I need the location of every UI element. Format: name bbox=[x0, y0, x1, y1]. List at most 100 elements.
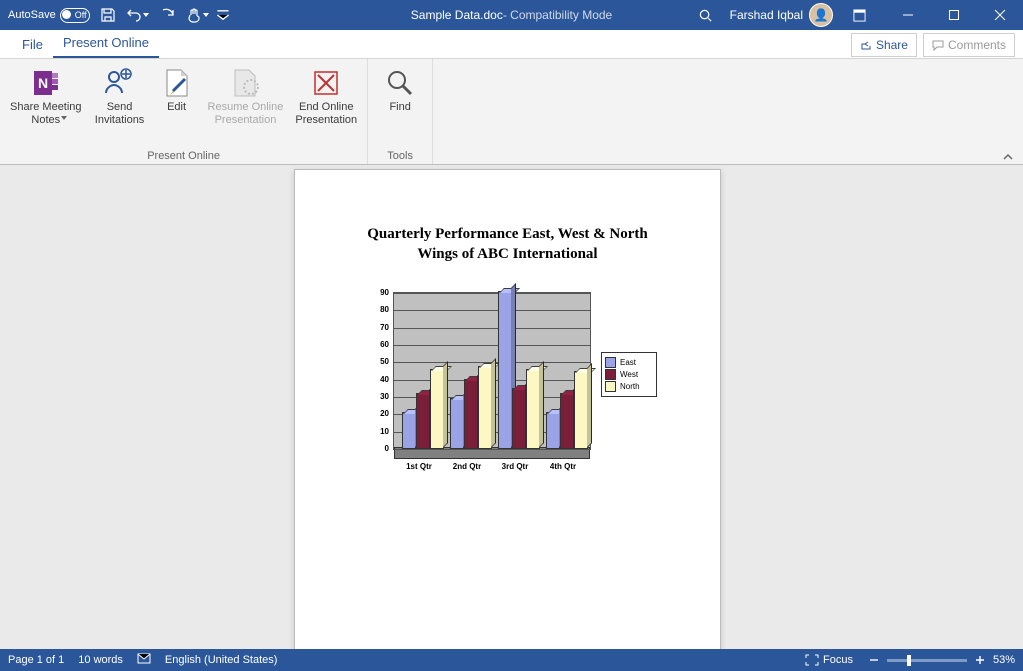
find-button[interactable]: Find bbox=[372, 63, 428, 148]
redo-button[interactable] bbox=[156, 3, 180, 27]
chart-ytick: 20 bbox=[369, 409, 389, 418]
send-inv-label: Send Invitations bbox=[95, 101, 145, 127]
find-icon bbox=[384, 67, 416, 99]
chart-bar bbox=[416, 393, 430, 449]
save-button[interactable] bbox=[96, 3, 120, 27]
zoom-slider[interactable] bbox=[887, 659, 967, 662]
comments-button[interactable]: Comments bbox=[923, 33, 1015, 57]
close-icon bbox=[994, 9, 1006, 21]
end-presentation-button[interactable]: End Online Presentation bbox=[289, 63, 363, 148]
user-name: Farshad Iqbal bbox=[730, 8, 803, 22]
find-label: Find bbox=[389, 101, 410, 114]
autosave-toggle[interactable]: AutoSave Off bbox=[8, 8, 90, 23]
redo-icon bbox=[160, 7, 176, 23]
chart-xlabel: 3rd Qtr bbox=[493, 462, 537, 471]
legend-label: North bbox=[620, 382, 640, 391]
share-label: Share bbox=[876, 38, 908, 52]
zoom-in-button[interactable] bbox=[973, 653, 987, 667]
share-icon bbox=[860, 39, 872, 51]
zoom-controls: 53% bbox=[867, 653, 1015, 667]
chart-ytick: 60 bbox=[369, 340, 389, 349]
edit-icon bbox=[161, 67, 193, 99]
chart-bar bbox=[402, 412, 416, 449]
hand-icon bbox=[186, 7, 202, 23]
focus-mode-button[interactable]: Focus bbox=[805, 654, 853, 666]
onenote-icon: N bbox=[30, 67, 62, 99]
chart-ytick: 80 bbox=[369, 305, 389, 314]
chevron-down-icon bbox=[61, 116, 67, 120]
zoom-level[interactable]: 53% bbox=[993, 654, 1015, 666]
undo-icon bbox=[126, 7, 142, 23]
title-bar: AutoSave Off Sample Data.doc - Compatibi… bbox=[0, 0, 1023, 30]
tab-file[interactable]: File bbox=[12, 31, 53, 58]
comment-icon bbox=[932, 39, 944, 51]
chart-xlabel: 4th Qtr bbox=[541, 462, 585, 471]
chart-ytick: 10 bbox=[369, 427, 389, 436]
touch-mode-button[interactable] bbox=[186, 3, 210, 27]
status-bar: Page 1 of 1 10 words English (United Sta… bbox=[0, 649, 1023, 671]
group-label-present: Present Online bbox=[147, 148, 220, 165]
chart: EastWestNorth 01020304050607080901st Qtr… bbox=[369, 292, 663, 476]
maximize-icon bbox=[948, 9, 960, 21]
overflow-icon bbox=[216, 7, 230, 23]
notes-icon bbox=[137, 653, 151, 665]
legend-item: North bbox=[605, 381, 653, 392]
minimize-icon bbox=[902, 9, 914, 21]
tab-present-online[interactable]: Present Online bbox=[53, 29, 159, 58]
legend-label: West bbox=[620, 370, 638, 379]
share-meeting-notes-button[interactable]: N Share Meeting Notes bbox=[4, 63, 88, 148]
chart-plot-area bbox=[393, 292, 591, 450]
document-workspace[interactable]: Quarterly Performance East, West & North… bbox=[0, 164, 1023, 649]
account-button[interactable]: Farshad Iqbal 👤 bbox=[730, 3, 833, 27]
focus-label: Focus bbox=[823, 654, 853, 666]
chart-bar bbox=[574, 371, 588, 449]
maximize-button[interactable] bbox=[931, 0, 977, 30]
edit-button[interactable]: Edit bbox=[152, 63, 202, 148]
send-invitations-button[interactable]: Send Invitations bbox=[88, 63, 152, 148]
resume-label: Resume Online Presentation bbox=[208, 101, 284, 127]
language-status[interactable]: English (United States) bbox=[165, 654, 278, 666]
chart-bar bbox=[450, 398, 464, 449]
chart-bar bbox=[430, 369, 444, 449]
word-count[interactable]: 10 words bbox=[78, 654, 123, 666]
chart-bar bbox=[526, 369, 540, 449]
end-label: End Online Presentation bbox=[295, 101, 357, 127]
ribbon-display-options-button[interactable] bbox=[845, 0, 873, 30]
page-status[interactable]: Page 1 of 1 bbox=[8, 654, 64, 666]
legend-swatch bbox=[605, 357, 616, 368]
legend-item: East bbox=[605, 357, 653, 368]
minus-icon bbox=[869, 655, 879, 665]
notes-button[interactable] bbox=[137, 653, 151, 668]
share-notes-label: Share Meeting Notes bbox=[10, 101, 82, 127]
collapse-ribbon-button[interactable] bbox=[999, 150, 1017, 164]
zoom-out-button[interactable] bbox=[867, 653, 881, 667]
group-label-tools: Tools bbox=[387, 148, 413, 165]
chart-ytick: 40 bbox=[369, 375, 389, 384]
plus-icon bbox=[975, 655, 985, 665]
close-button[interactable] bbox=[977, 0, 1023, 30]
chart-ytick: 30 bbox=[369, 392, 389, 401]
toggle-off-icon: Off bbox=[60, 8, 90, 23]
chart-ytick: 70 bbox=[369, 323, 389, 332]
comments-label: Comments bbox=[948, 38, 1006, 52]
svg-text:N: N bbox=[38, 75, 48, 91]
chart-bar bbox=[546, 412, 560, 449]
chart-bar bbox=[512, 388, 526, 449]
legend-swatch bbox=[605, 369, 616, 380]
legend-item: West bbox=[605, 369, 653, 380]
ribbon-tabs: File Present Online Share Comments bbox=[0, 30, 1023, 59]
legend-label: East bbox=[620, 358, 636, 367]
chart-bar bbox=[560, 393, 574, 449]
save-icon bbox=[100, 7, 116, 23]
minimize-button[interactable] bbox=[885, 0, 931, 30]
chart-bar bbox=[498, 291, 512, 449]
chart-ytick: 0 bbox=[369, 444, 389, 453]
search-button[interactable] bbox=[694, 3, 718, 27]
customize-qat-button[interactable] bbox=[216, 3, 230, 27]
undo-button[interactable] bbox=[126, 3, 150, 27]
end-presentation-icon bbox=[310, 67, 342, 99]
chart-xlabel: 2nd Qtr bbox=[445, 462, 489, 471]
share-button[interactable]: Share bbox=[851, 33, 917, 57]
ribbon-display-icon bbox=[853, 9, 866, 22]
autosave-label: AutoSave bbox=[8, 9, 56, 21]
